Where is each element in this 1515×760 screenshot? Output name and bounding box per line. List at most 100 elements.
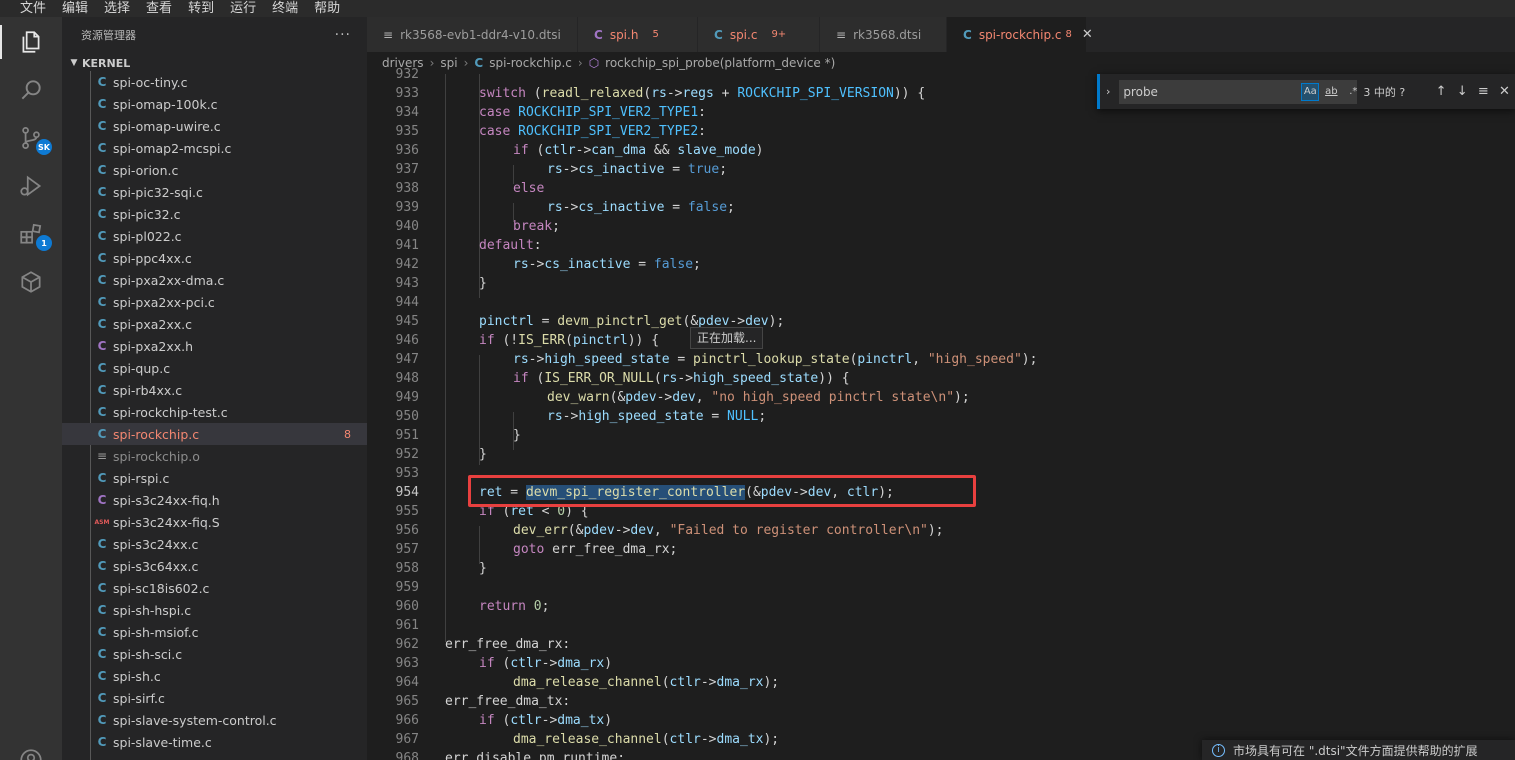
file-row[interactable]: Cspi-s3c64xx.c [62,555,367,577]
file-row[interactable]: Cspi-sh-sci.c [62,643,367,665]
tab-spi-c[interactable]: C spi.c 9+ [698,17,820,52]
file-row[interactable]: Cspi-sirf.c [62,687,367,709]
previous-match-button[interactable]: ↑ [1431,84,1452,99]
file-row[interactable]: Cspi-pxa2xx.c [62,313,367,335]
find-query: probe [1123,84,1158,99]
menu-view[interactable]: 查看 [146,0,172,17]
c-file-icon: C [97,625,107,639]
menu-bar: 文件 编辑 选择 查看 转到 运行 终端 帮助 [0,0,1515,17]
c-file-icon: C [97,361,107,375]
file-row[interactable]: Cspi-orion.c [62,159,367,181]
run-debug-button[interactable] [14,169,48,203]
regex-button[interactable]: .* [1344,83,1362,101]
file-row[interactable]: Cspi-sh-hspi.c [62,599,367,621]
menu-file[interactable]: 文件 [20,0,46,17]
tab-rk3568-dtsi[interactable]: ≡ rk3568.dtsi [820,17,947,52]
file-label: spi-sirf.c [113,690,165,706]
more-actions-icon[interactable]: ··· [335,27,351,43]
c-file-icon: C [97,735,107,749]
c-file-icon: C [97,691,107,705]
file-row[interactable]: Cspi-ppc4xx.c [62,247,367,269]
code-editor[interactable]: 932 933 switch (readl_relaxed(rs->regs + … [367,67,1515,760]
line-number: 957 [395,542,419,557]
menu-edit[interactable]: 编辑 [62,0,88,17]
file-row[interactable]: Cspi-pic32.c [62,203,367,225]
line-number: 932 [395,67,419,82]
line-number: 934 [395,105,419,120]
find-in-selection-button[interactable]: ≡ [1473,84,1494,99]
file-row[interactable]: Cspi-pic32-sqi.c [62,181,367,203]
file-row[interactable]: Cspi-s3c24xx.c [62,533,367,555]
accounts-button[interactable] [14,743,48,760]
file-row[interactable]: Cspi-pxa2xx.h [62,335,367,357]
code-line: 963 if (ctlr->dma_rx) [367,654,1515,673]
menu-run[interactable]: 运行 [230,0,256,17]
c-file-icon: C [97,537,107,551]
source-control-button[interactable]: SK [14,121,52,155]
file-row[interactable]: Cspi-omap-100k.c [62,93,367,115]
file-row[interactable]: Cspi-rockchip-test.c [62,401,367,423]
code-line: 947 rs->high_speed_state = pinctrl_lookup… [367,350,1515,369]
explorer-sidebar: 资源管理器 ··· ▼ KERNEL Cspi-oc-tiny.c Cspi-o… [62,17,367,760]
menu-selection[interactable]: 选择 [104,0,130,17]
file-row[interactable]: Cspi-rspi.c [62,467,367,489]
file-row[interactable]: Cspi-pl022.c [62,225,367,247]
line-number: 935 [395,124,419,139]
c-file-icon: C [97,273,107,287]
line-number: 956 [395,523,419,538]
menu-help[interactable]: 帮助 [314,0,340,17]
file-row[interactable]: Cspi-sc18is602.c [62,577,367,599]
toggle-replace-icon[interactable]: › [1097,74,1116,109]
code-line: 951} [367,426,1515,445]
close-icon[interactable]: ✕ [1082,27,1093,42]
file-label: spi-ppc4xx.c [113,250,192,266]
explorer-button[interactable] [14,25,48,59]
problem-count-badge: 9+ [771,29,787,40]
file-row[interactable]: Cspi-oc-tiny.c [62,71,367,93]
next-match-button[interactable]: ↓ [1452,84,1473,99]
file-row[interactable]: Cspi-qup.c [62,357,367,379]
line-number: 964 [395,675,419,690]
file-row[interactable]: Cspi-omap-uwire.c [62,115,367,137]
menu-go[interactable]: 转到 [188,0,214,17]
file-row[interactable]: Cspi-pxa2xx-dma.c [62,269,367,291]
c-file-icon: C [97,669,107,683]
menu-terminal[interactable]: 终端 [272,0,298,17]
find-input[interactable]: probe Aa ab .* [1119,79,1358,104]
line-number: 958 [395,561,419,576]
remote-explorer-button[interactable] [14,265,48,299]
file-row[interactable]: Cspi-sh.c [62,665,367,687]
tab-spi-rockchip-c[interactable]: C spi-rockchip.c 8 ✕ [947,17,1093,52]
file-row[interactable]: Cspi-s3c24xx-fiq.h [62,489,367,511]
code-line: 938 else [367,179,1515,198]
highlight-annotation-box [468,475,976,507]
tab-spi-h[interactable]: C spi.h 5 [578,17,698,52]
file-row[interactable]: Cspi-pxa2xx-pci.c [62,291,367,313]
tab-rk3568-evb1-ddr4-v10-dtsi[interactable]: ≡ rk3568-evb1-ddr4-v10.dtsi [367,17,578,52]
file-row[interactable]: Cspi-slave-system-control.c [62,709,367,731]
file-label: spi-rspi.c [113,470,170,486]
problem-count-badge: 8 [1065,29,1072,40]
whole-word-button[interactable]: ab [1322,83,1340,101]
c-file-icon: C [97,141,107,155]
file-row[interactable]: Cspi-sh-msiof.c [62,621,367,643]
code-line: 962 err_free_dma_rx: [367,635,1515,654]
file-row[interactable]: ≡ spi-rockchip.o [62,445,367,467]
info-icon: i [1212,743,1225,757]
match-case-button[interactable]: Aa [1301,82,1320,101]
file-row[interactable]: Cspi-rb4xx.c [62,379,367,401]
line-number: 953 [395,466,419,481]
file-row[interactable]: ASM spi-s3c24xx-fiq.S [62,511,367,533]
file-row[interactable]: Cspi-omap2-mcspi.c [62,137,367,159]
file-row-selected[interactable]: Cspi-rockchip.c 8 [62,423,367,445]
extensions-button[interactable]: 1 [14,217,52,251]
search-button[interactable] [14,73,48,107]
tab-label: spi.c [729,27,758,42]
close-find-button[interactable]: ✕ [1494,84,1515,99]
editor-area: ≡ rk3568-evb1-ddr4-v10.dtsi C spi.h 5 C … [367,17,1515,760]
notification-toast[interactable]: i 市场具有可在 ".dtsi"文件方面提供帮助的扩展 [1202,740,1515,760]
code-line: 945 pinctrl = devm_pinctrl_get(&pdev->dev… [367,312,1515,331]
code-line: 941 default: [367,236,1515,255]
file-label: spi-omap-uwire.c [113,118,221,134]
file-row[interactable]: Cspi-slave-time.c [62,731,367,753]
